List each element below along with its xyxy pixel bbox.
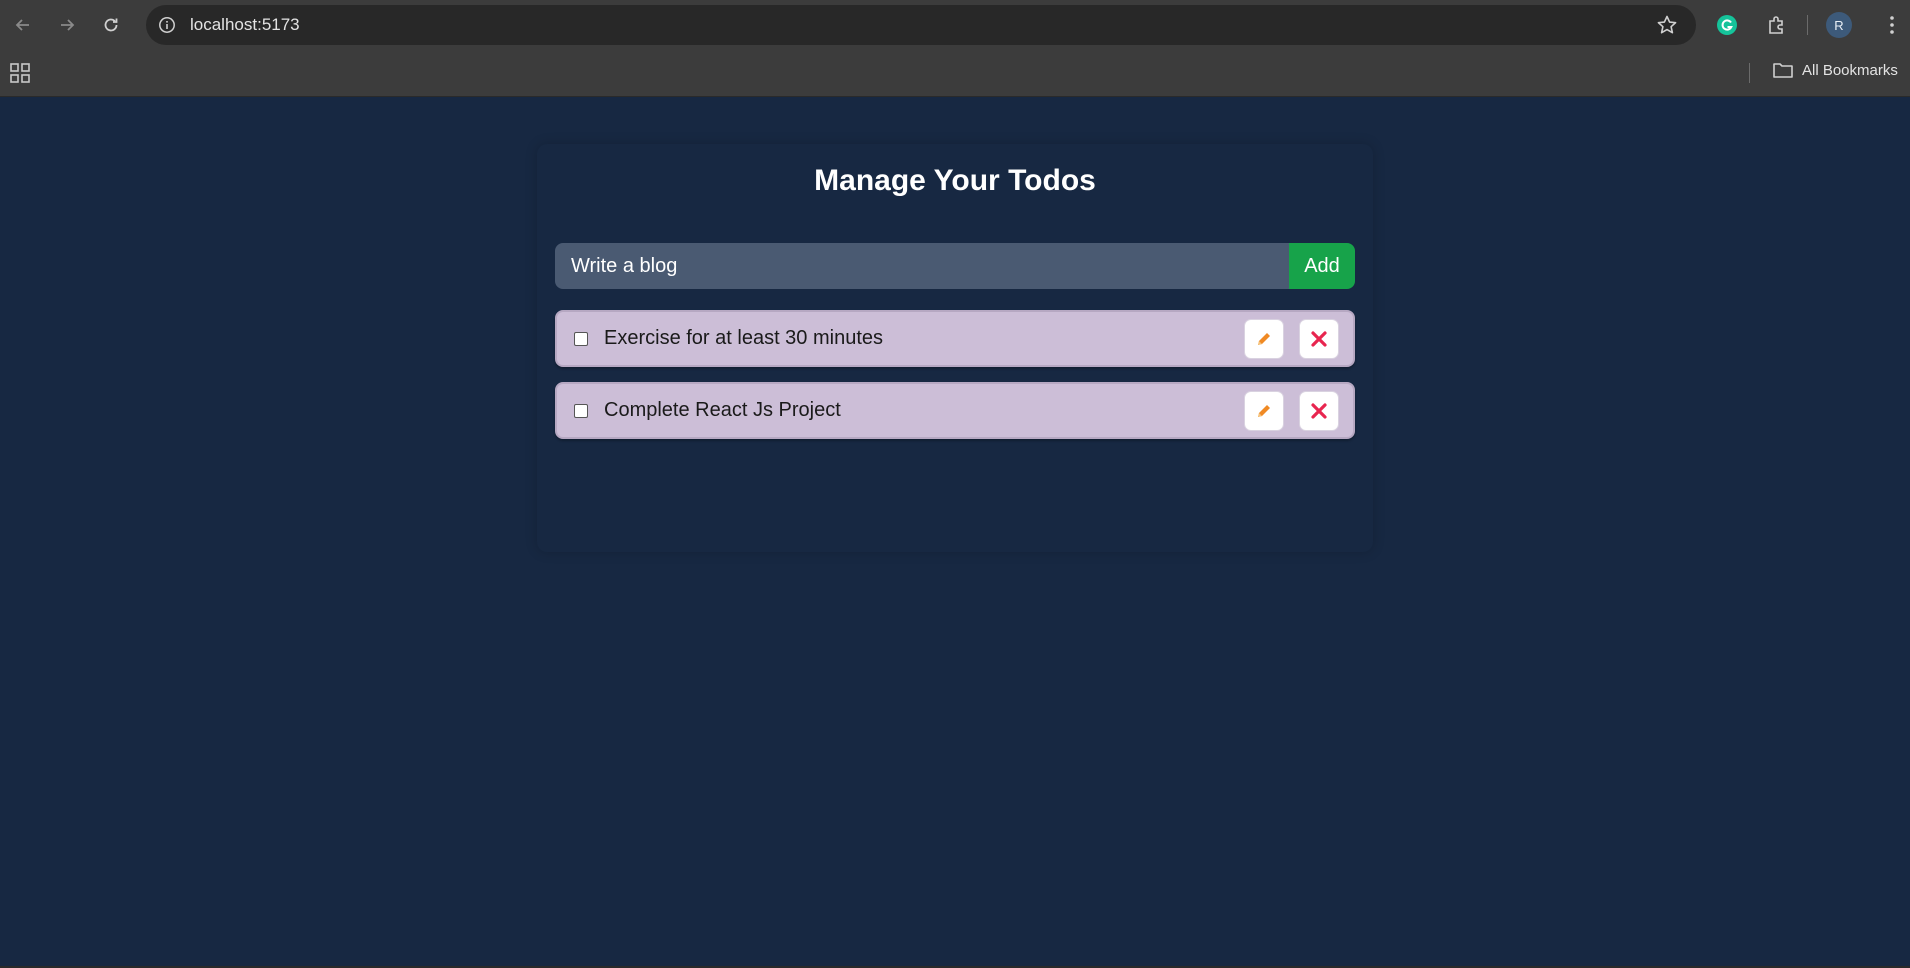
pencil-icon [1258,404,1270,417]
extensions-puzzle-icon[interactable] [1763,11,1791,39]
reload-button[interactable] [95,9,127,41]
more-menu-icon[interactable] [1882,11,1902,39]
site-info-button[interactable] [152,10,182,40]
pencil-icon [1258,332,1270,345]
apps-grid-icon[interactable] [9,62,31,84]
todo-item: Exercise for at least 30 minutes [555,310,1355,367]
forward-button[interactable] [51,9,83,41]
todo-item: Complete React Js Project [555,382,1355,439]
info-icon [159,17,175,33]
todo-form: Add [555,243,1355,289]
arrow-left-icon [15,19,29,31]
profile-avatar[interactable]: R [1826,12,1852,38]
add-button[interactable]: Add [1289,243,1355,289]
all-bookmarks-label: All Bookmarks [1802,61,1898,79]
grammarly-icon[interactable] [1713,11,1741,39]
delete-button[interactable] [1299,318,1339,359]
page-body [0,97,1910,968]
arrow-right-icon [61,19,75,31]
url-text: localhost:5173 [190,15,300,34]
bookmarks-separator [1749,63,1750,83]
close-icon [1311,330,1327,347]
delete-button[interactable] [1299,390,1339,431]
close-icon [1311,402,1327,419]
extensions-area: R [1705,0,1902,50]
back-button[interactable] [7,9,39,41]
edit-button[interactable] [1244,318,1284,359]
toolbar-separator [1807,15,1808,35]
page-title: Manage Your Todos [814,164,1096,197]
folder-icon [1773,63,1793,78]
browser-toolbar: localhost:5173 R [0,0,1910,50]
todo-checkbox[interactable] [574,331,588,346]
reload-icon [104,18,118,32]
todo-checkbox[interactable] [574,403,588,418]
bookmarks-bar: All Bookmarks [0,50,1910,97]
address-bar[interactable]: localhost:5173 [146,5,1696,45]
todo-text: Complete React Js Project [604,399,841,421]
todo-text: Exercise for at least 30 minutes [604,327,884,349]
todo-input[interactable] [555,243,1289,289]
all-bookmarks-button[interactable]: All Bookmarks [1772,61,1898,79]
bookmark-star-icon[interactable] [1656,14,1678,36]
edit-button[interactable] [1244,390,1284,431]
